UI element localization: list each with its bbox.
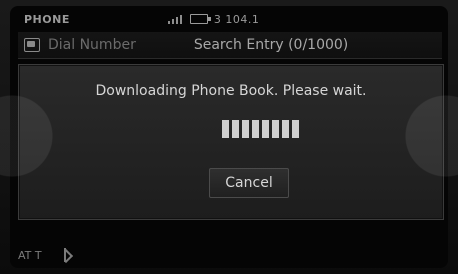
download-progress	[222, 118, 306, 140]
bottom-bar: AT T	[18, 246, 442, 264]
status-icons: 3 104.1	[167, 12, 260, 26]
battery-icon	[189, 14, 211, 24]
signal-icon	[167, 14, 184, 24]
dialog-message: Downloading Phone Book. Please wait.	[95, 83, 367, 99]
carrier-text: AT T	[18, 248, 42, 262]
dial-icon	[24, 38, 40, 52]
dial-number-button[interactable]: Dial Number	[24, 37, 136, 53]
phone-menu-bar: Dial Number Search Entry (0/1000)	[18, 32, 442, 59]
cancel-label: Cancel	[225, 175, 273, 191]
dial-number-label: Dial Number	[48, 37, 136, 53]
download-dialog: Downloading Phone Book. Please wait. Can…	[18, 64, 444, 220]
cancel-button[interactable]: Cancel	[209, 168, 289, 198]
radio-frequency: 3 104.1	[213, 12, 260, 26]
status-title: PHONE	[24, 12, 70, 26]
status-bar: PHONE 3 104.1	[18, 8, 442, 30]
search-entry-button[interactable]: Search Entry (0/1000)	[194, 37, 348, 53]
bluetooth-icon	[60, 248, 70, 262]
